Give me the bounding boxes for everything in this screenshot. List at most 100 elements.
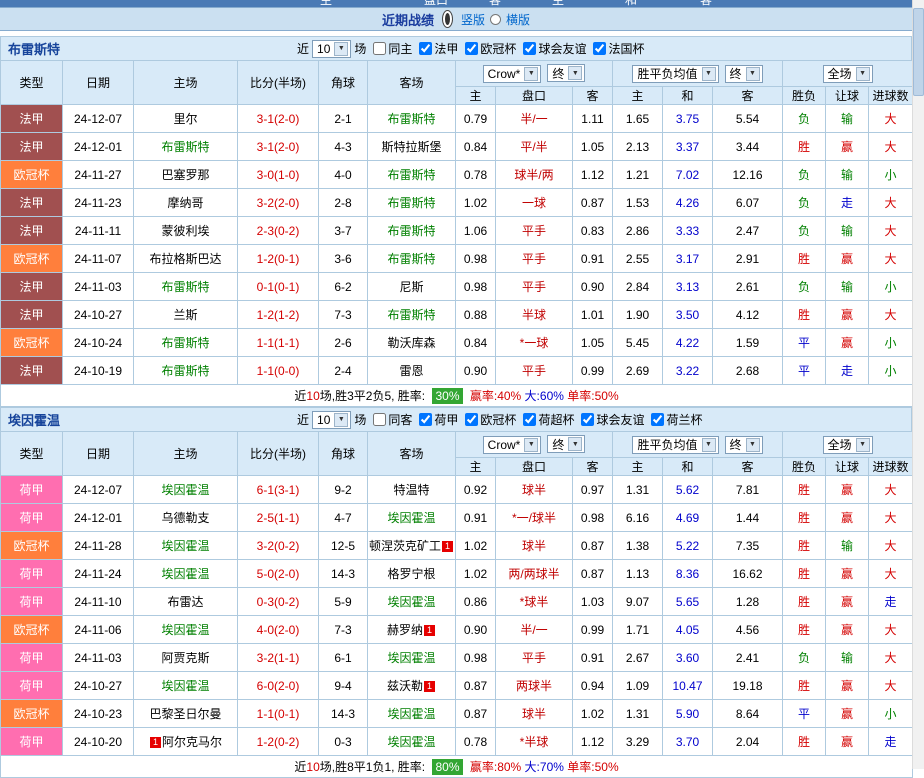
scrollbar-thumb[interactable] [913,8,924,96]
team-name-link[interactable]: 勒沃库森 [387,336,435,350]
league-filter[interactable]: 欧冠杯 [458,40,516,57]
team-name-link[interactable]: 雷恩 [399,364,423,378]
league-cell[interactable]: 荷甲 [0,587,63,616]
team-name-link[interactable]: 乌德勒支 [161,511,209,525]
bookmaker-select[interactable]: Crow* ▼ [482,435,542,454]
league-cell[interactable]: 法甲 [0,132,63,161]
league-filter[interactable]: 荷甲 [412,411,458,428]
team-name-link[interactable]: 布雷达 [167,595,203,609]
league-filter-checkbox[interactable] [581,412,595,426]
league-cell[interactable]: 欧冠杯 [0,531,63,560]
avg-final-select[interactable]: 终 ▼ [724,435,763,454]
horizontal-layout-radio[interactable] [490,13,501,25]
team-name-link[interactable]: 布雷斯特 [161,140,209,154]
team-name-link[interactable]: 埃因霍温 [387,595,435,609]
team-name-link[interactable]: 布拉格斯巴达 [149,252,221,266]
team-name-link[interactable]: 摩纳哥 [167,196,203,210]
team-name-link[interactable]: 兹沃勒 [387,679,423,693]
league-filter[interactable]: 荷超杯 [516,411,574,428]
final-odds-select[interactable]: 终 ▼ [547,435,586,454]
league-cell[interactable]: 法甲 [0,300,63,329]
league-filter[interactable]: 法国杯 [586,40,644,57]
same-venue-checkbox[interactable] [373,413,387,426]
team-name-link[interactable]: 阿贾克斯 [161,651,209,665]
team-name-link[interactable]: 布雷斯特 [387,112,435,126]
team-name-link[interactable]: 布雷斯特 [387,168,435,182]
league-filter-checkbox[interactable] [593,41,607,55]
league-cell[interactable]: 荷甲 [0,671,63,700]
team-name-link[interactable]: 尼斯 [399,280,423,294]
scope-select[interactable]: 全场 ▼ [822,64,873,83]
same-venue-filter[interactable]: 同主 [366,40,412,57]
team-name-link[interactable]: 兰斯 [173,308,197,322]
team-name-link[interactable]: 埃因霍温 [387,651,435,665]
league-filter-checkbox[interactable] [419,412,433,426]
same-venue-checkbox[interactable] [373,42,387,55]
league-cell[interactable]: 欧冠杯 [0,244,63,273]
same-venue-filter[interactable]: 同客 [366,411,412,428]
team-name-link[interactable]: 埃因霍温 [387,511,435,525]
league-filter-checkbox[interactable] [419,41,433,55]
team-name-link[interactable]: 埃因霍温 [161,679,209,693]
league-cell[interactable]: 法甲 [0,216,63,245]
team-name-link[interactable]: 阿尔克马尔 [162,735,222,749]
league-filter[interactable]: 法甲 [412,40,458,57]
league-filter-checkbox[interactable] [465,41,479,55]
league-filter[interactable]: 球会友谊 [574,411,644,428]
league-filter-checkbox[interactable] [523,412,537,426]
team-name-link[interactable]: 埃因霍温 [161,483,209,497]
league-cell[interactable]: 欧冠杯 [0,699,63,728]
scrollbar[interactable] [912,0,924,769]
team-name-link[interactable]: 埃因霍温 [387,707,435,721]
scope-select[interactable]: 全场 ▼ [822,435,873,454]
league-filter[interactable]: 球会友谊 [516,40,586,57]
team-name-link[interactable]: 斯特拉斯堡 [381,140,441,154]
final-odds-select[interactable]: 终 ▼ [547,64,586,83]
league-filter-checkbox[interactable] [651,412,665,426]
team-name-link[interactable]: 巴塞罗那 [161,168,209,182]
league-filter-checkbox[interactable] [523,41,537,55]
league-filter-checkbox[interactable] [465,412,479,426]
league-cell[interactable]: 荷甲 [0,643,63,672]
team-name-link[interactable]: 特温特 [393,483,429,497]
team-name-link[interactable]: 赫罗纳 [387,623,423,637]
league-cell[interactable]: 法甲 [0,356,63,385]
league-cell[interactable]: 欧冠杯 [0,160,63,189]
league-cell[interactable]: 欧冠杯 [0,328,63,357]
league-cell[interactable]: 荷甲 [0,503,63,532]
avg-select[interactable]: 胜平负均值 ▼ [632,64,719,83]
league-cell[interactable]: 荷甲 [0,559,63,588]
league-cell[interactable]: 荷甲 [0,475,63,504]
match-count-select[interactable]: 10 ▼ [312,39,352,58]
team-name-link[interactable]: 埃因霍温 [387,735,435,749]
bookmaker-select[interactable]: Crow* ▼ [482,64,542,83]
league-cell[interactable]: 欧冠杯 [0,615,63,644]
team-name-link[interactable]: 里尔 [173,112,197,126]
team-name-link[interactable]: 布雷斯特 [387,224,435,238]
win-rate-badge: 30% [432,388,463,404]
team-name-link[interactable]: 布雷斯特 [387,252,435,266]
league-cell[interactable]: 荷甲 [0,727,63,756]
team-name-link[interactable]: 布雷斯特 [161,336,209,350]
match-count-select[interactable]: 10 ▼ [312,410,352,429]
team-name-link[interactable]: 布雷斯特 [387,196,435,210]
strip-column-label: 和 [625,0,638,7]
league-filter[interactable]: 荷兰杯 [644,411,702,428]
league-filter[interactable]: 欧冠杯 [458,411,516,428]
vertical-layout-radio[interactable] [441,10,453,28]
team-name-link[interactable]: 布雷斯特 [161,364,209,378]
team-name-link[interactable]: 埃因霍温 [161,567,209,581]
team-name-link[interactable]: 顿涅茨克矿工 [369,539,441,553]
team-name-link[interactable]: 布雷斯特 [387,308,435,322]
avg-final-select[interactable]: 终 ▼ [724,64,763,83]
league-cell[interactable]: 法甲 [0,272,63,301]
team-name-link[interactable]: 巴黎圣日尔曼 [149,707,221,721]
team-name-link[interactable]: 蒙彼利埃 [161,224,209,238]
team-name-link[interactable]: 格罗宁根 [387,567,435,581]
team-name-link[interactable]: 布雷斯特 [161,280,209,294]
league-cell[interactable]: 法甲 [0,188,63,217]
league-cell[interactable]: 法甲 [0,104,63,133]
team-name-link[interactable]: 埃因霍温 [161,623,209,637]
team-name-link[interactable]: 埃因霍温 [161,539,209,553]
avg-select[interactable]: 胜平负均值 ▼ [632,435,719,454]
